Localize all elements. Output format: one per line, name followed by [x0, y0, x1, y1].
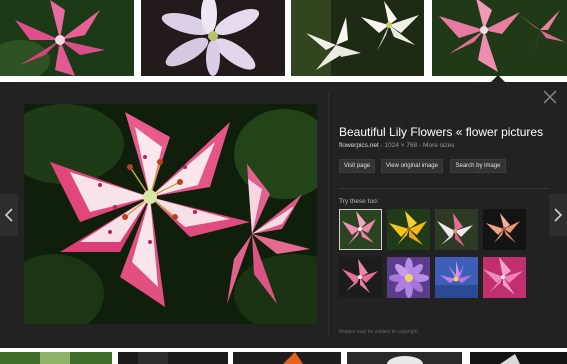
- yellow-lily-suggestion: [387, 209, 430, 250]
- chevron-left-icon: [4, 208, 13, 222]
- bottom-thumbnail-2[interactable]: [118, 352, 228, 364]
- source-site: flowerpics.net: [339, 142, 379, 149]
- try-these-label: Try these too:: [339, 198, 379, 205]
- visit-page-button[interactable]: Visit page: [339, 159, 375, 173]
- view-original-image-button[interactable]: View original image: [381, 159, 443, 173]
- result-thumbnail-3[interactable]: [291, 0, 424, 76]
- pink-stargazer-suggestion: [339, 257, 382, 298]
- result-thumbnail-1[interactable]: [0, 0, 134, 76]
- image-info-section: Beautiful Lily Flowers « flower pictures…: [339, 82, 549, 348]
- suggestion-thumbnail-5[interactable]: [339, 257, 382, 298]
- suggestion-thumbnail-3[interactable]: [435, 209, 478, 250]
- copyright-notice: Images may be subject to copyright.: [339, 329, 420, 335]
- dark-lily-thumbnail: [470, 352, 567, 364]
- suggestion-thumbnail-6[interactable]: [387, 257, 430, 298]
- image-preview-panel: Beautiful Lily Flowers « flower pictures…: [0, 82, 567, 348]
- orange-lily-thumbnail: [233, 352, 341, 364]
- image-meta: flowerpics.net - 1024 × 768 - More sizes: [339, 142, 454, 149]
- suggestion-thumbnail-7[interactable]: [435, 257, 478, 298]
- green-leaf-thumbnail: [0, 352, 112, 364]
- bottom-thumbnail-5[interactable]: [470, 352, 567, 364]
- white-lily-thumbnail: [141, 0, 285, 76]
- suggestion-thumbnail-8[interactable]: [483, 257, 526, 298]
- preview-image[interactable]: [24, 104, 317, 324]
- peach-lily-suggestion: [483, 209, 526, 250]
- purple-flower-suggestion: [387, 257, 430, 298]
- pink-lily-suggestion: [339, 209, 382, 250]
- bottom-thumbnail-4[interactable]: [347, 352, 462, 364]
- lily-flower-image: [24, 104, 317, 324]
- bottom-thumbnail-1[interactable]: [0, 352, 112, 364]
- chevron-right-icon: [554, 208, 563, 222]
- result-thumbnail-2[interactable]: [141, 0, 285, 76]
- pink-white-lily-suggestion: [435, 209, 478, 250]
- search-by-image-button[interactable]: Search by image: [450, 159, 506, 173]
- suggestion-thumbnail-2[interactable]: [387, 209, 430, 250]
- previous-image-button[interactable]: [0, 194, 18, 236]
- pink-lily-selected-thumbnail: [432, 0, 567, 76]
- suggestion-thumbnail-4[interactable]: [483, 209, 526, 250]
- white-lilies-thumbnail: [291, 0, 424, 76]
- panel-divider: [328, 92, 329, 338]
- suggestion-thumbnail-1[interactable]: [339, 209, 382, 250]
- pink-lily-thumbnail: [0, 0, 134, 76]
- next-image-button[interactable]: [549, 194, 567, 236]
- dark-flower-thumbnail: [118, 352, 228, 364]
- image-dimensions: 1024 × 768: [384, 142, 418, 149]
- bottom-thumbnail-3[interactable]: [233, 352, 341, 364]
- pink-flower-suggestion: [483, 257, 526, 298]
- result-thumbnail-4[interactable]: [432, 0, 567, 76]
- more-sizes-link[interactable]: More sizes: [423, 142, 454, 149]
- image-title-link[interactable]: Beautiful Lily Flowers « flower pictures: [339, 125, 543, 139]
- violet-water-lily-suggestion: [435, 257, 478, 298]
- white-lily-thumbnail: [347, 352, 462, 364]
- section-separator: [339, 188, 549, 189]
